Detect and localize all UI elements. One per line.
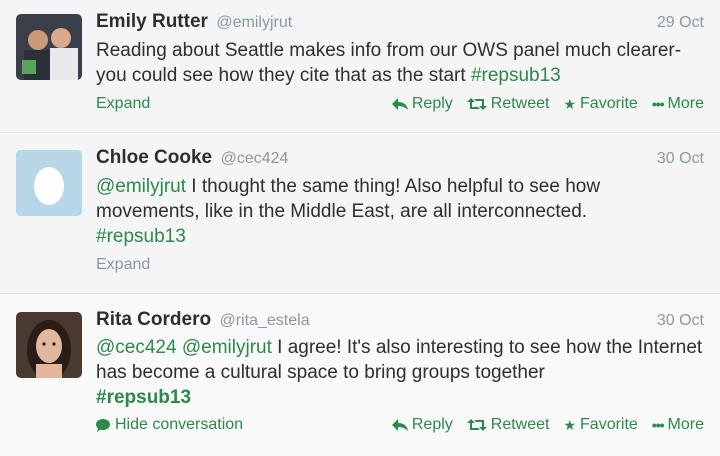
reply-label: Reply <box>411 95 453 112</box>
reply-label: Reply <box>411 416 453 433</box>
mention-link-cec424[interactable]: @cec424 <box>96 337 177 358</box>
retweet-label: Retweet <box>490 416 550 433</box>
hide-conversation-link[interactable]: Hide conversation <box>96 416 243 434</box>
ellipsis-icon: ••• <box>651 96 665 112</box>
tweet-date[interactable]: 30 Oct <box>657 312 704 330</box>
expand-link[interactable]: Expand <box>96 95 150 113</box>
favorite-label: Favorite <box>580 416 638 433</box>
favorite-button[interactable]: ★ Favorite <box>563 416 637 434</box>
tweet-emily-rutter[interactable]: Emily Rutter @emilyjrut 29 Oct Reading a… <box>0 0 720 133</box>
tweet-body: Reading about Seattle makes info from ou… <box>96 40 682 86</box>
hashtag-link[interactable]: #repsub13 <box>96 387 191 408</box>
retweet-button[interactable]: Retweet <box>466 95 550 113</box>
favorite-label: Favorite <box>580 95 638 112</box>
reply-icon <box>391 98 408 110</box>
retweet-button[interactable]: Retweet <box>466 416 550 434</box>
tweet-text: Reading about Seattle makes info from ou… <box>96 38 706 88</box>
speech-bubble-icon <box>96 418 110 432</box>
tweet-date[interactable]: 30 Oct <box>657 150 704 168</box>
retweet-label: Retweet <box>490 95 550 112</box>
retweet-icon <box>466 419 487 431</box>
tweet-actions: Reply Retweet ★ Favorite ••• More <box>391 416 704 434</box>
tweet-actions: Reply Retweet ★ Favorite ••• More <box>391 95 704 113</box>
reply-button[interactable]: Reply <box>391 416 453 434</box>
reply-button[interactable]: Reply <box>391 95 453 113</box>
tweet-header: Emily Rutter @emilyjrut <box>96 11 292 33</box>
tweet-chloe-cooke[interactable]: Chloe Cooke @cec424 30 Oct @emilyjrut I … <box>0 134 720 294</box>
tweet-rita-cordero[interactable]: Rita Cordero @rita_estela 30 Oct @cec424… <box>0 295 720 456</box>
hide-conversation-label: Hide conversation <box>115 416 244 433</box>
author-name[interactable]: Emily Rutter <box>96 11 208 32</box>
more-label: More <box>667 95 704 112</box>
tweet-text: @cec424 @emilyjrut I agree! It's also in… <box>96 335 706 410</box>
mention-link[interactable]: @emilyjrut <box>96 176 186 197</box>
tweet-header: Rita Cordero @rita_estela <box>96 309 310 331</box>
ellipsis-icon: ••• <box>651 417 665 433</box>
retweet-icon <box>466 98 487 110</box>
more-button[interactable]: ••• More <box>652 416 704 434</box>
reply-icon <box>391 419 408 431</box>
hashtag-link[interactable]: #repsub13 <box>96 226 186 247</box>
tweet-date[interactable]: 29 Oct <box>657 14 704 32</box>
tweet-text: @emilyjrut I thought the same thing! Als… <box>96 174 706 249</box>
author-handle[interactable]: @emilyjrut <box>216 14 292 31</box>
author-name[interactable]: Rita Cordero <box>96 309 211 330</box>
star-icon: ★ <box>563 95 577 112</box>
author-name[interactable]: Chloe Cooke <box>96 147 212 168</box>
avatar-default-egg[interactable] <box>16 150 82 216</box>
more-button[interactable]: ••• More <box>652 95 704 113</box>
tweet-header: Chloe Cooke @cec424 <box>96 147 288 169</box>
avatar[interactable] <box>16 312 82 378</box>
avatar[interactable] <box>16 14 82 80</box>
mention-link-emilyjrut[interactable]: @emilyjrut <box>182 337 272 358</box>
expand-link[interactable]: Expand <box>96 256 150 274</box>
author-handle[interactable]: @rita_estela <box>220 312 310 329</box>
hashtag-link[interactable]: #repsub13 <box>471 65 561 86</box>
author-handle[interactable]: @cec424 <box>221 150 289 167</box>
favorite-button[interactable]: ★ Favorite <box>563 95 637 113</box>
more-label: More <box>667 416 704 433</box>
star-icon: ★ <box>563 416 577 433</box>
